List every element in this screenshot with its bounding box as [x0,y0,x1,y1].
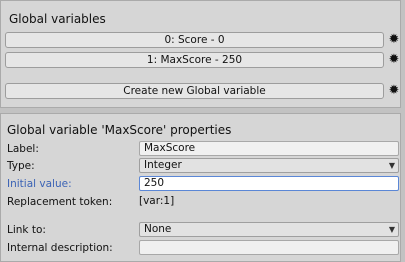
create-global-variable-button[interactable]: Create new Global variable [5,83,384,99]
global-variables-title: Global variables [9,12,106,26]
internal-description-label: Internal description: [7,242,113,254]
label-input[interactable]: MaxScore [139,141,399,156]
gear-icon[interactable]: ✹ [387,84,401,98]
variable-properties-panel: Global variable 'MaxScore' properties La… [0,113,401,262]
properties-title: Global variable 'MaxScore' properties [7,123,232,137]
dropdown-arrow-icon: ▼ [388,225,395,234]
link-to-dropdown-value: None [144,223,172,235]
type-dropdown[interactable]: Integer ▼ [139,158,399,173]
dropdown-arrow-icon: ▼ [388,161,395,170]
replacement-token-value: [var:1] [139,195,175,207]
variable-button-maxscore[interactable]: 1: MaxScore - 250 [5,52,384,68]
variable-button-score[interactable]: 0: Score - 0 [5,32,384,48]
type-field-label: Type: [7,160,35,172]
global-variables-panel: Global variables 0: Score - 0 ✹ 1: MaxSc… [0,0,401,108]
internal-description-input[interactable] [139,240,399,255]
label-field-label: Label: [7,143,39,155]
initial-value-input[interactable]: 250 [139,176,399,191]
initial-value-label: Initial value: [7,178,72,190]
link-to-label: Link to: [7,224,46,236]
link-to-dropdown[interactable]: None ▼ [139,222,399,237]
gear-icon[interactable]: ✹ [387,33,401,47]
gear-icon[interactable]: ✹ [387,53,401,67]
type-dropdown-value: Integer [144,159,182,171]
replacement-token-label: Replacement token: [7,196,113,208]
